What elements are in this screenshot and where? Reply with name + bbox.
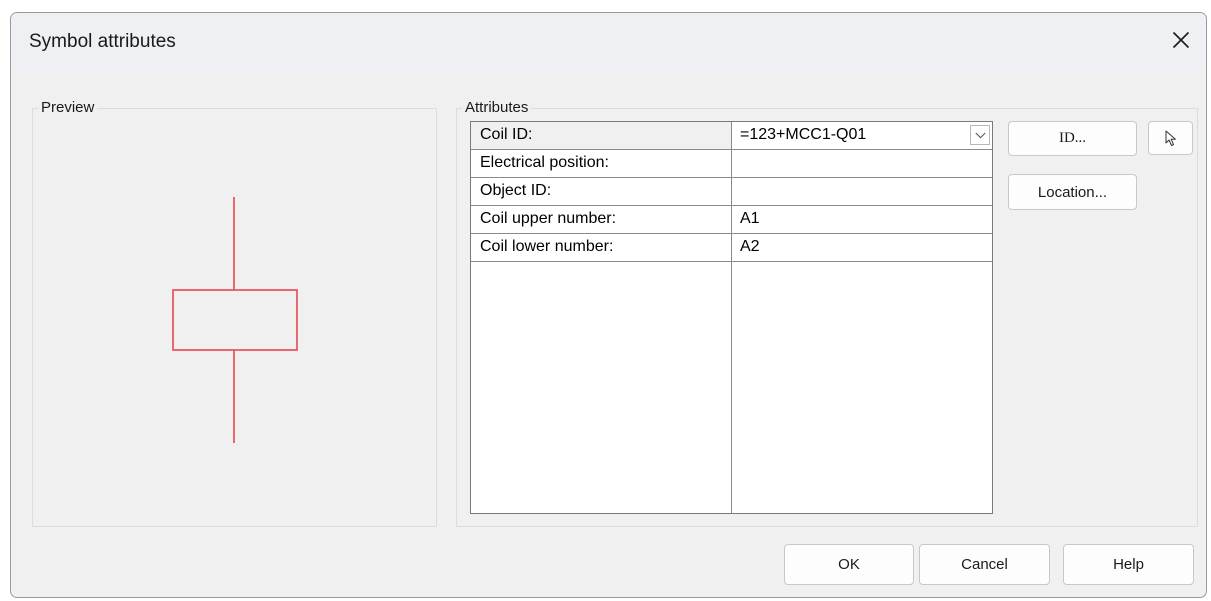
grid-row-coil-id[interactable]: Coil ID: =123+MCC1-Q01 bbox=[471, 122, 992, 149]
attribute-name: Coil lower number: bbox=[471, 234, 731, 261]
attribute-name: Coil ID: bbox=[471, 122, 731, 149]
attributes-label: Attributes bbox=[462, 99, 532, 117]
grid-row-coil-upper-number[interactable]: Coil upper number: A1 bbox=[471, 206, 992, 233]
preview-group: Preview bbox=[32, 99, 437, 527]
pick-pointer-button[interactable] bbox=[1148, 121, 1193, 155]
coil-symbol-icon bbox=[172, 197, 298, 443]
attribute-value[interactable]: A1 bbox=[732, 206, 992, 233]
attribute-name: Object ID: bbox=[471, 178, 731, 205]
attribute-value[interactable]: =123+MCC1-Q01 bbox=[732, 122, 992, 149]
attribute-value[interactable]: A2 bbox=[732, 234, 992, 261]
row-separator bbox=[471, 261, 992, 262]
id-button[interactable]: ID... bbox=[1008, 121, 1137, 156]
background-strip bbox=[0, 0, 1211, 12]
attribute-name: Coil upper number: bbox=[471, 206, 731, 233]
dialog-title: Symbol attributes bbox=[29, 31, 176, 52]
attributes-grid: Coil ID: =123+MCC1-Q01 Electrical positi… bbox=[470, 121, 993, 514]
attribute-value[interactable] bbox=[732, 178, 992, 205]
symbol-attributes-dialog: Symbol attributes Preview Attributes Coi… bbox=[10, 12, 1207, 598]
cancel-button[interactable]: Cancel bbox=[919, 544, 1050, 585]
chevron-down-icon bbox=[974, 132, 986, 138]
coil-id-dropdown-button[interactable] bbox=[970, 125, 990, 145]
title-bar: Symbol attributes bbox=[11, 13, 1206, 72]
attribute-value-text: =123+MCC1-Q01 bbox=[740, 126, 867, 143]
pointer-select-icon bbox=[1165, 130, 1176, 146]
attribute-value[interactable] bbox=[732, 150, 992, 177]
help-button[interactable]: Help bbox=[1063, 544, 1194, 585]
close-button[interactable] bbox=[1162, 21, 1200, 59]
close-icon bbox=[1172, 31, 1190, 49]
ok-button[interactable]: OK bbox=[784, 544, 914, 585]
grid-row-electrical-position[interactable]: Electrical position: bbox=[471, 150, 992, 177]
grid-row-object-id[interactable]: Object ID: bbox=[471, 178, 992, 205]
grid-row-coil-lower-number[interactable]: Coil lower number: A2 bbox=[471, 234, 992, 261]
location-button[interactable]: Location... bbox=[1008, 174, 1137, 210]
attribute-name: Electrical position: bbox=[471, 150, 731, 177]
